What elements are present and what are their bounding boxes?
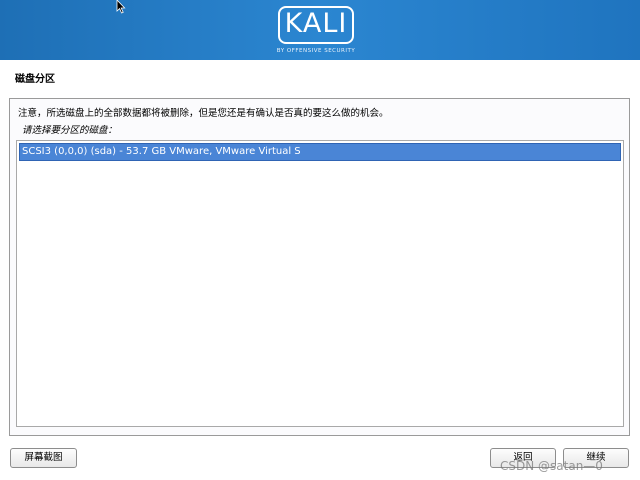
kali-logo: KALI BY OFFENSIVE SECURITY <box>272 6 362 54</box>
select-disk-prompt: 请选择要分区的磁盘： <box>22 125 118 136</box>
logo-text: KALI <box>284 8 348 39</box>
notice-text: 注意，所选磁盘上的全部数据都将被删除，但是您还是有确认是否真的要这么做的机会。 <box>18 108 389 119</box>
watermark: CSDN @satan—0 <box>500 459 603 473</box>
disk-list[interactable]: SCSI3 (0,0,0) (sda) - 53.7 GB VMware, VM… <box>16 140 624 427</box>
content-panel: 注意，所选磁盘上的全部数据都将被删除，但是您还是有确认是否真的要这么做的机会。 … <box>9 98 630 436</box>
header-banner: KALI BY OFFENSIVE SECURITY <box>0 0 640 60</box>
page-title: 磁盘分区 <box>15 74 55 85</box>
disk-item-sda[interactable]: SCSI3 (0,0,0) (sda) - 53.7 GB VMware, VM… <box>19 143 621 161</box>
screenshot-button[interactable]: 屏幕截图 <box>10 448 77 468</box>
mouse-cursor-icon <box>116 0 126 14</box>
logo-tagline: BY OFFENSIVE SECURITY <box>276 48 356 54</box>
